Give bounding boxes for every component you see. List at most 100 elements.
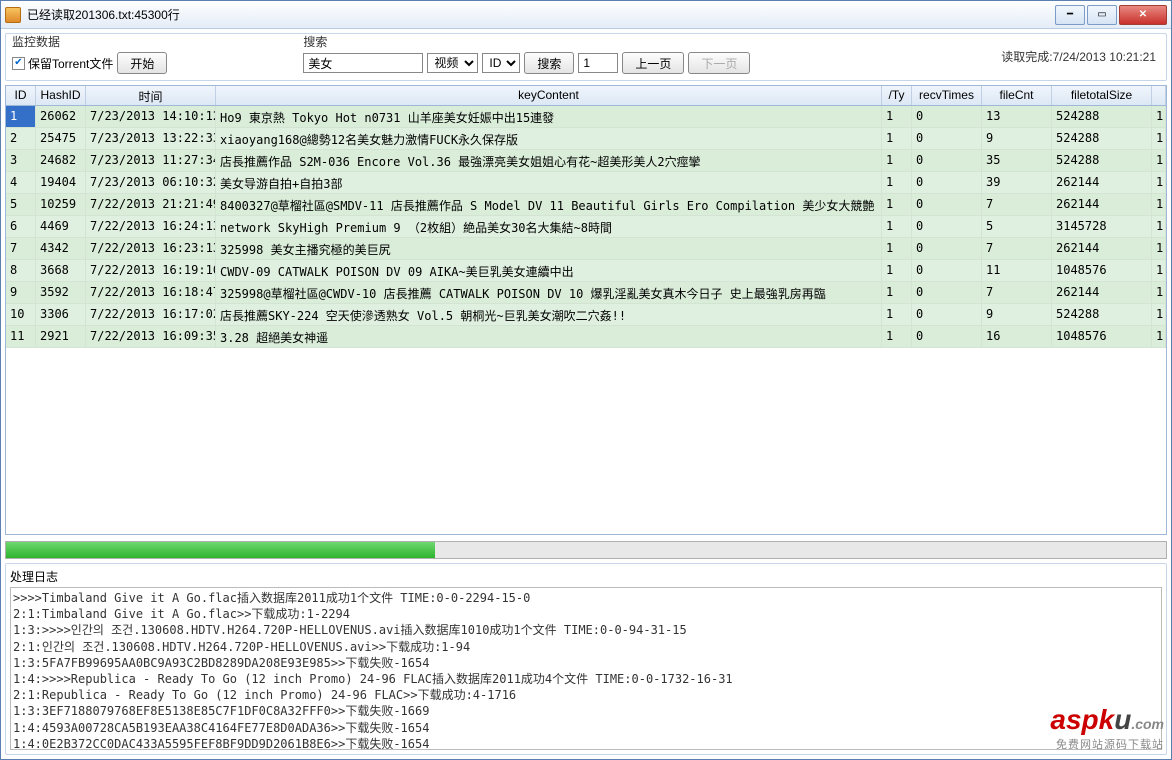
col-size[interactable]: filetotalSize — [1052, 86, 1152, 105]
col-time[interactable]: 时间 — [86, 86, 216, 105]
titlebar[interactable]: 已经读取201306.txt:45300行 ━ ▭ ✕ — [1, 1, 1171, 29]
table-row[interactable]: 1033067/22/2013 16:17:02店長推薦SKY-224 空天使滲… — [6, 304, 1166, 326]
watermark: aspku.com 免费网站源码下载站 — [1050, 704, 1164, 752]
cell-recv: 0 — [912, 326, 982, 348]
log-panel: 处理日志 >>>>Timbaland Give it A Go.flac插入数据… — [5, 563, 1167, 755]
table-row[interactable]: 2254757/23/2013 13:22:33xiaoyang168@總勢12… — [6, 128, 1166, 150]
cell-size: 262144 — [1052, 238, 1152, 260]
table-row[interactable]: 4194047/23/2013 06:10:32美女导游自拍+自拍3部10392… — [6, 172, 1166, 194]
page-input[interactable] — [578, 53, 618, 73]
cell-time: 7/22/2013 16:19:10 — [86, 260, 216, 282]
col-key[interactable]: keyContent — [216, 86, 882, 105]
cell-key: 3.28 超絕美女神遥 — [216, 326, 882, 348]
cell-hash: 3306 — [36, 304, 86, 326]
table-row[interactable]: 836687/22/2013 16:19:10CWDV-09 CATWALK P… — [6, 260, 1166, 282]
cell-ty: 1 — [882, 282, 912, 304]
table-row[interactable]: 743427/22/2013 16:23:13325998 美女主播究極的美巨尻… — [6, 238, 1166, 260]
cell-ty: 1 — [882, 128, 912, 150]
cell-file: 7 — [982, 238, 1052, 260]
status-text: 读取完成:7/24/2013 10:21:21 — [1001, 48, 1156, 65]
app-window: 已经读取201306.txt:45300行 ━ ▭ ✕ 监控数据 ✔ 保留Tor… — [0, 0, 1172, 760]
cell-file: 9 — [982, 128, 1052, 150]
cell-key: network SkyHigh Premium 9 （2枚組）絶品美女30名大集… — [216, 216, 882, 238]
cell-last: 1 — [1152, 238, 1166, 260]
search-input[interactable] — [303, 53, 423, 73]
cell-time: 7/22/2013 16:17:02 — [86, 304, 216, 326]
cell-file: 9 — [982, 304, 1052, 326]
cell-recv: 0 — [912, 238, 982, 260]
prev-page-button[interactable]: 上一页 — [622, 52, 684, 74]
cell-recv: 0 — [912, 150, 982, 172]
cell-last: 1 — [1152, 304, 1166, 326]
start-button[interactable]: 开始 — [117, 52, 167, 74]
cell-hash: 3592 — [36, 282, 86, 304]
cell-last: 1 — [1152, 194, 1166, 216]
cell-last: 1 — [1152, 106, 1166, 128]
table-row[interactable]: 935927/22/2013 16:18:47325998@草榴社區@CWDV-… — [6, 282, 1166, 304]
cell-hash: 4342 — [36, 238, 86, 260]
col-ty[interactable]: /Ty — [882, 86, 912, 105]
cell-time: 7/22/2013 16:18:47 — [86, 282, 216, 304]
type-select[interactable]: 视频 — [427, 53, 478, 73]
cell-ty: 1 — [882, 194, 912, 216]
cell-recv: 0 — [912, 260, 982, 282]
cell-file: 5 — [982, 216, 1052, 238]
window-buttons: ━ ▭ ✕ — [1055, 5, 1167, 25]
cell-key: 8400327@草榴社區@SMDV-11 店長推薦作品 S Model DV 1… — [216, 194, 882, 216]
table-row[interactable]: 1129217/22/2013 16:09:353.28 超絕美女神遥10161… — [6, 326, 1166, 348]
data-grid[interactable]: ID HashID 时间 keyContent /Ty recvTimes fi… — [5, 85, 1167, 535]
cell-key: 325998 美女主播究極的美巨尻 — [216, 238, 882, 260]
cell-id: 2 — [6, 128, 36, 150]
table-row[interactable]: 5102597/22/2013 21:21:498400327@草榴社區@SMD… — [6, 194, 1166, 216]
col-file[interactable]: fileCnt — [982, 86, 1052, 105]
table-row[interactable]: 1260627/23/2013 14:10:12Ho9 東京熱 Tokyo Ho… — [6, 106, 1166, 128]
cell-key: xiaoyang168@總勢12名美女魅力激情FUCK永久保存版 — [216, 128, 882, 150]
cell-ty: 1 — [882, 304, 912, 326]
log-textarea[interactable]: >>>>Timbaland Give it A Go.flac插入数据库2011… — [10, 587, 1162, 750]
cell-key: Ho9 東京熱 Tokyo Hot n0731 山羊座美女妊娠中出15連發 — [216, 106, 882, 128]
search-label: 搜索 — [303, 33, 750, 50]
cell-last: 1 — [1152, 128, 1166, 150]
cell-id: 4 — [6, 172, 36, 194]
cell-recv: 0 — [912, 304, 982, 326]
cell-time: 7/23/2013 11:27:34 — [86, 150, 216, 172]
minimize-button[interactable]: ━ — [1055, 5, 1085, 25]
cell-ty: 1 — [882, 106, 912, 128]
cell-size: 262144 — [1052, 194, 1152, 216]
cell-hash: 26062 — [36, 106, 86, 128]
cell-file: 7 — [982, 194, 1052, 216]
col-id[interactable]: ID — [6, 86, 36, 105]
maximize-button[interactable]: ▭ — [1087, 5, 1117, 25]
grid-body[interactable]: 1260627/23/2013 14:10:12Ho9 東京熱 Tokyo Ho… — [6, 106, 1166, 534]
checkbox-icon: ✔ — [12, 57, 25, 70]
cell-ty: 1 — [882, 238, 912, 260]
cell-time: 7/22/2013 21:21:49 — [86, 194, 216, 216]
cell-last: 1 — [1152, 260, 1166, 282]
field-select[interactable]: ID — [482, 53, 520, 73]
cell-last: 1 — [1152, 150, 1166, 172]
progress-fill — [6, 542, 435, 558]
cell-ty: 1 — [882, 326, 912, 348]
next-page-button[interactable]: 下一页 — [688, 52, 750, 74]
cell-time: 7/23/2013 13:22:33 — [86, 128, 216, 150]
search-button[interactable]: 搜索 — [524, 52, 574, 74]
col-last[interactable] — [1152, 86, 1166, 105]
monitor-label: 监控数据 — [12, 33, 167, 50]
cell-id: 9 — [6, 282, 36, 304]
cell-size: 262144 — [1052, 172, 1152, 194]
keep-torrent-checkbox[interactable]: ✔ 保留Torrent文件 — [12, 55, 113, 72]
cell-ty: 1 — [882, 172, 912, 194]
cell-hash: 2921 — [36, 326, 86, 348]
close-button[interactable]: ✕ — [1119, 5, 1167, 25]
cell-file: 13 — [982, 106, 1052, 128]
keep-torrent-label: 保留Torrent文件 — [28, 55, 113, 72]
cell-id: 10 — [6, 304, 36, 326]
table-row[interactable]: 644697/22/2013 16:24:13network SkyHigh P… — [6, 216, 1166, 238]
col-recv[interactable]: recvTimes — [912, 86, 982, 105]
cell-recv: 0 — [912, 128, 982, 150]
col-hash[interactable]: HashID — [36, 86, 86, 105]
table-row[interactable]: 3246827/23/2013 11:27:34店長推薦作品 S2M-036 E… — [6, 150, 1166, 172]
cell-hash: 10259 — [36, 194, 86, 216]
cell-size: 524288 — [1052, 150, 1152, 172]
cell-ty: 1 — [882, 260, 912, 282]
